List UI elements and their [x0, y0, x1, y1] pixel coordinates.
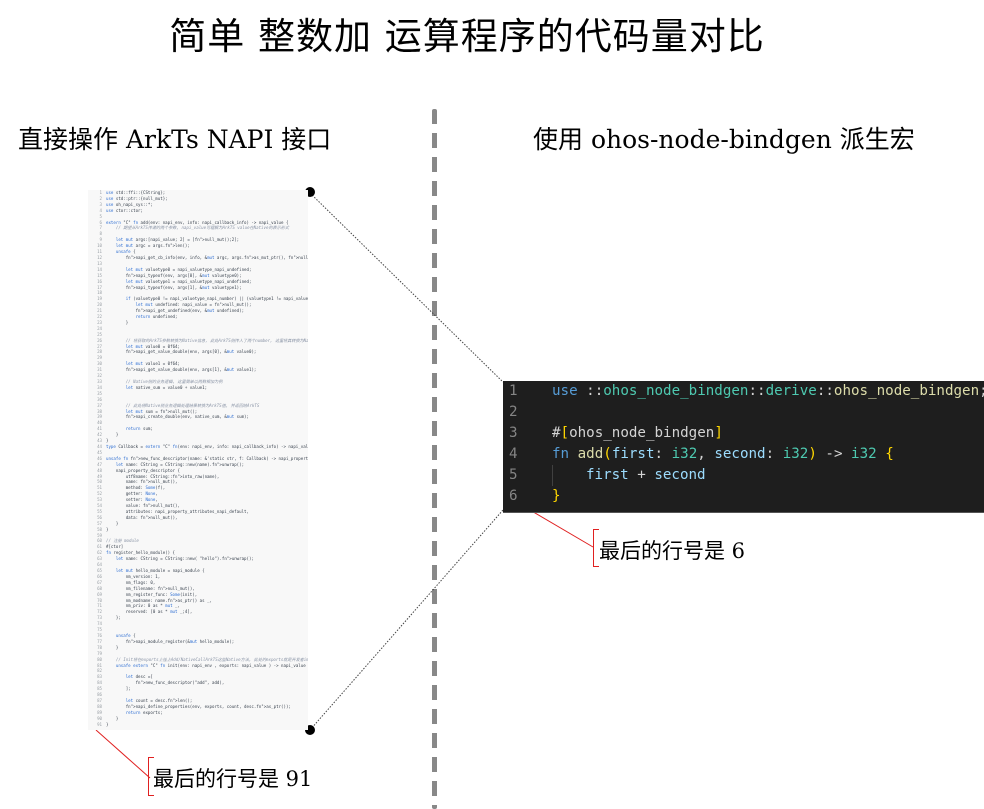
indent-guide	[552, 465, 553, 486]
closing-brace: }	[552, 488, 561, 504]
code-text: }	[106, 319, 129, 325]
code-text: }	[106, 721, 109, 727]
code-text: use ctor::ctor;	[106, 207, 143, 213]
line-number: 4	[509, 446, 518, 462]
callout-left: 最后的行号是 91	[153, 767, 313, 791]
code-text: fn">napi_module_register(&mut hello_modu…	[125, 638, 235, 644]
code-text: fn">napi_get_value_double(env, args[1], …	[125, 367, 257, 373]
right-code-panel: 1 use ::ohos_node_bindgen::derive::ohos_…	[503, 381, 984, 513]
line-number: 91	[97, 721, 102, 727]
left-code-panel: 1 use std::ffi::{CString}; 2 use std::ptr::…	[88, 190, 308, 730]
code-text: fn">napi_get_value_double(env, args[0], …	[125, 349, 257, 355]
code-text: };	[106, 615, 121, 621]
code-text: }	[106, 526, 109, 532]
code-line: 81 unsafe extern "C" fn init(env: napi_e…	[88, 663, 308, 669]
code-text: let native_sum = value0 + value1;	[125, 384, 208, 390]
code-text: type Callback = extern "C" fn(env: napi_…	[106, 443, 308, 449]
line-number: 6	[509, 488, 518, 504]
line-number: 3	[509, 425, 518, 441]
code-line: 4 fn add(first: i32, second: i32) -> i32…	[503, 444, 984, 465]
code-text: fn">napi_create_double(env, native_sum, …	[125, 414, 249, 420]
code-line: 3 #[ohos_node_bindgen]	[503, 423, 984, 444]
code-text: let name: CString = CString::new( "hello…	[115, 556, 254, 562]
zoom-line-top	[309, 192, 504, 383]
line-number: 2	[509, 404, 518, 420]
code-line: 2	[503, 402, 984, 423]
code-line: 1 use ::ohos_node_bindgen::derive::ohos_…	[503, 381, 984, 402]
code-line: 5 first + second	[503, 465, 984, 486]
code-line: 6 }	[503, 486, 984, 507]
code-line: 12 fn">napi_get_cb_info(env, info, &mut …	[88, 255, 308, 261]
code-text: ];	[106, 686, 131, 692]
code-text: unsafe extern "C" fn init(env: napi_env …	[115, 662, 308, 668]
code-text: // 期望从ArkTS传递的两个参数, napi_value可理解为ArkTS …	[106, 225, 289, 231]
line-number: 5	[509, 467, 518, 483]
code-text: fn">napi_get_cb_info(env, info, &mut arg…	[125, 254, 308, 260]
callout-pointer-left	[95, 729, 151, 779]
code-line: 7 // 期望从ArkTS传递的两个参数, napi_value可理解为ArkT…	[88, 225, 308, 231]
code-text: }	[106, 644, 119, 650]
code-line: 91}	[88, 722, 308, 728]
zoom-line-bottom	[309, 509, 504, 731]
code-line: 44 type Callback = extern "C" fn(env: nap…	[88, 444, 308, 450]
line-number: 1	[509, 383, 518, 399]
code-text: fn">napi_typeof(env, args[1], &mut value…	[125, 284, 242, 290]
callout-right: 最后的行号是 6	[599, 539, 746, 563]
